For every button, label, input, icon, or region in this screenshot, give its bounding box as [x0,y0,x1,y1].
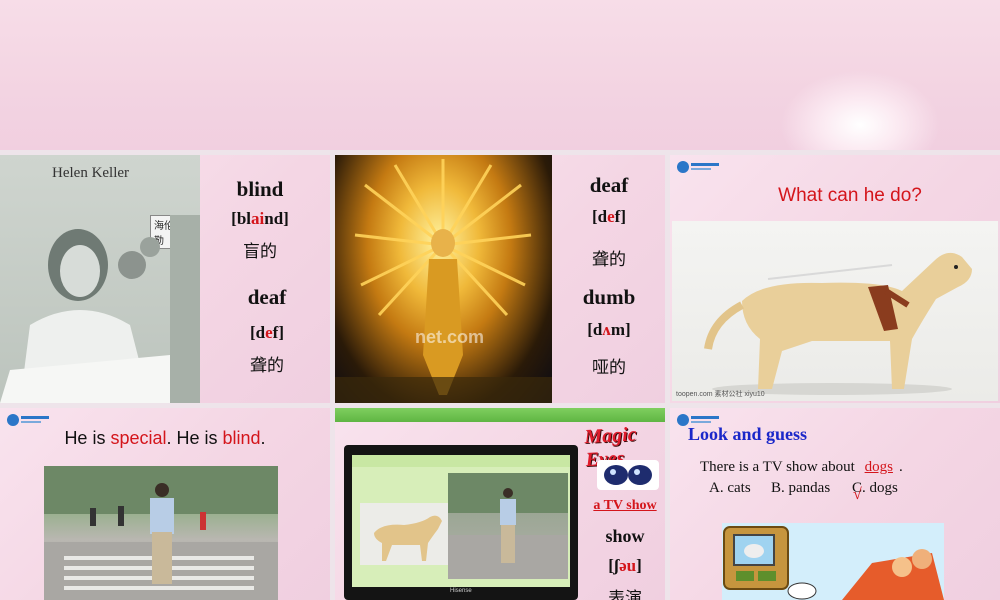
site-logo-icon [677,161,719,173]
word-dumb: dumb [582,285,636,309]
look-and-guess-heading: Look and guess [688,424,808,444]
word-deaf: deaf [247,285,287,309]
phonetic-deaf: [def] [250,323,284,342]
question-text: What can he do? [778,185,922,206]
tv-street-image [448,473,568,579]
phonetic-deaf: [def] [592,207,626,226]
green-header-bar [335,408,665,422]
eyes-icon [604,465,652,485]
tv-set: Hisense [344,445,578,600]
option-b[interactable]: B. pandas [771,480,830,497]
answer-blank[interactable]: dogs [859,459,899,475]
street-photo [44,466,278,600]
site-logo-icon [7,414,49,426]
dancer-figure [335,159,552,403]
cartoon-picture [722,523,944,600]
thousand-hand-dance-photo: net.com [335,155,552,403]
phonetic-dumb: [dʌm] [587,320,631,339]
tv-dog-image [360,503,448,565]
chinese-dumb: 哑的 [592,358,626,378]
photo-watermark: toopen.com 素材公社 xiyu10 [676,391,765,398]
slide-deaf-dumb[interactable]: net.com deaf [def] 聋的 dumb [dʌm] 哑的 [335,155,665,403]
option-a[interactable]: A. cats [709,480,751,497]
slide-look-and-guess[interactable]: Look and guess There is a TV show about … [670,408,1000,600]
tv-man-figure [448,473,568,579]
photo-watermark: net.com [415,327,485,347]
chinese-deaf: 聋的 [250,356,284,376]
word-blind: blind [236,177,284,201]
top-banner [0,0,1000,150]
slide-tv-show[interactable]: Hisense Magic Eyes a TV show show [ʃəu] … [335,408,665,600]
helen-keller-figure [0,215,200,403]
tv-brand: Hisense [450,588,472,594]
chinese-deaf: 聋的 [592,250,626,270]
word-show: show [605,526,645,546]
slide-helen-keller[interactable]: Helen Keller 海伦.凯勒 blind [blaind] 盲的 dea… [0,155,330,403]
banner-glow [780,70,940,150]
check-mark: √ [853,486,862,503]
chinese-show: 表演 [608,589,642,600]
guess-sentence: There is a TV show about dogs. [700,459,903,475]
slide-what-can-he-do[interactable]: What can he do? toopen.com 素材公社 xiyu10 [670,155,1000,403]
tv-show-link[interactable]: a TV show [587,498,663,514]
chinese-blind: 盲的 [243,242,277,262]
tv-screen [352,455,570,587]
guide-dog-photo: toopen.com 素材公社 xiyu10 [672,221,998,401]
tv-dog-figure [374,515,442,561]
helen-keller-photo: Helen Keller 海伦.凯勒 [0,155,200,403]
guide-dog-figure [704,252,972,395]
word-deaf: deaf [589,173,629,197]
cartoon-tv-scene [723,526,944,600]
slide-he-is-blind[interactable]: He is special. He is blind. [0,408,330,600]
tv-screen-bar [352,455,570,467]
blind-man-figure [44,466,278,600]
sentence-text: He is special. He is blind. [64,428,266,448]
phonetic-blind: [blaind] [231,209,289,228]
phonetic-show: [ʃəu] [608,556,642,575]
eyes-image [597,460,659,490]
